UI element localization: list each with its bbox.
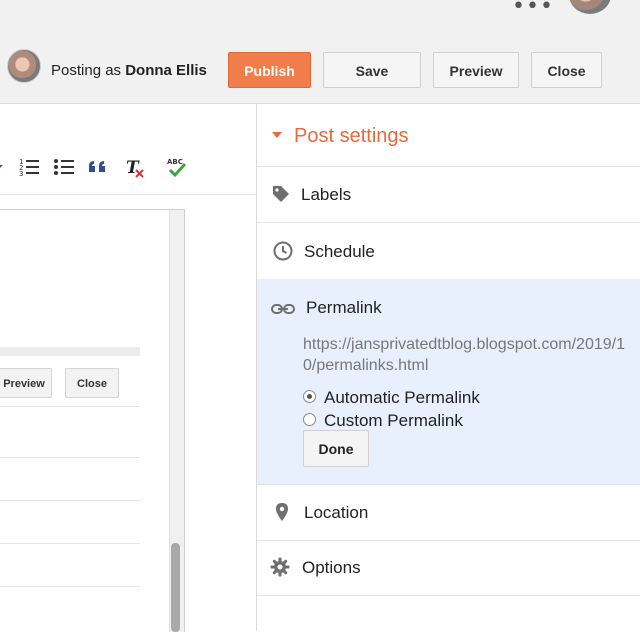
location-pin-icon <box>276 503 288 521</box>
gear-icon <box>270 557 290 577</box>
tag-icon <box>273 186 289 202</box>
permalink-label[interactable]: Permalink <box>306 298 382 318</box>
user-name: Donna Ellis <box>125 62 207 79</box>
save-button[interactable]: Save <box>323 52 421 88</box>
settings-item-labels[interactable]: Labels <box>257 166 640 223</box>
embedded-divider <box>0 500 140 501</box>
link-icon <box>271 304 295 314</box>
close-button[interactable]: Close <box>531 52 602 88</box>
spellcheck-icon[interactable]: ABC <box>166 156 188 178</box>
editor-header: Posting as Donna Ellis Publish Save Prev… <box>0 36 640 104</box>
top-bar: ••• <box>0 0 640 36</box>
embedded-divider <box>0 586 140 587</box>
editor-scroll-thumb[interactable] <box>171 543 180 632</box>
embedded-divider <box>0 457 140 458</box>
quote-icon[interactable] <box>87 156 109 178</box>
posting-as-text: Posting as Donna Ellis <box>51 62 207 79</box>
user-avatar <box>7 49 41 83</box>
apps-menu-icon[interactable]: ••• <box>512 0 554 19</box>
options-label: Options <box>302 558 361 577</box>
automatic-permalink-label: Automatic Permalink <box>324 388 480 407</box>
location-label: Location <box>304 503 369 522</box>
schedule-label: Schedule <box>304 242 375 261</box>
settings-item-schedule[interactable]: Schedule <box>257 223 640 280</box>
caret-down-icon <box>272 132 282 138</box>
labels-label: Labels <box>301 185 352 204</box>
remove-formatting-icon[interactable]: T <box>124 156 146 178</box>
dropdown-arrow-icon[interactable] <box>0 162 4 172</box>
settings-item-options[interactable]: Options <box>257 539 640 596</box>
svg-text:ABC: ABC <box>167 158 183 166</box>
numbered-list-icon[interactable]: 1 2 3 <box>18 156 40 178</box>
posting-prefix: Posting as <box>51 62 122 79</box>
settings-item-location[interactable]: Location <box>257 484 640 541</box>
clock-icon <box>273 241 293 261</box>
post-settings-header[interactable]: Post settings <box>257 104 640 167</box>
done-button[interactable]: Done <box>303 430 369 467</box>
automatic-permalink-radio[interactable] <box>303 390 316 403</box>
custom-permalink-radio[interactable] <box>303 413 316 426</box>
embedded-close-button: Close <box>65 368 119 398</box>
editor-toolbar: 1 2 3 T ABC <box>0 104 256 195</box>
account-avatar[interactable] <box>569 0 611 14</box>
permalink-url: https://jansprivatedtblog.blogspot.com/2… <box>303 336 625 374</box>
bulleted-list-icon[interactable] <box>53 156 75 178</box>
embedded-toolbar <box>0 347 140 356</box>
svg-text:3: 3 <box>19 170 23 178</box>
custom-permalink-label: Custom Permalink <box>324 411 463 430</box>
embedded-preview-button: Preview <box>0 368 52 398</box>
editor-content-frame[interactable]: Preview Close <box>0 209 185 632</box>
post-settings-title: Post settings <box>294 125 409 147</box>
embedded-divider <box>0 406 140 407</box>
embedded-divider <box>0 543 140 544</box>
post-settings-panel: Post settings Labels Schedule Permalink … <box>256 104 640 631</box>
preview-button[interactable]: Preview <box>433 52 519 88</box>
publish-button[interactable]: Publish <box>228 52 311 88</box>
